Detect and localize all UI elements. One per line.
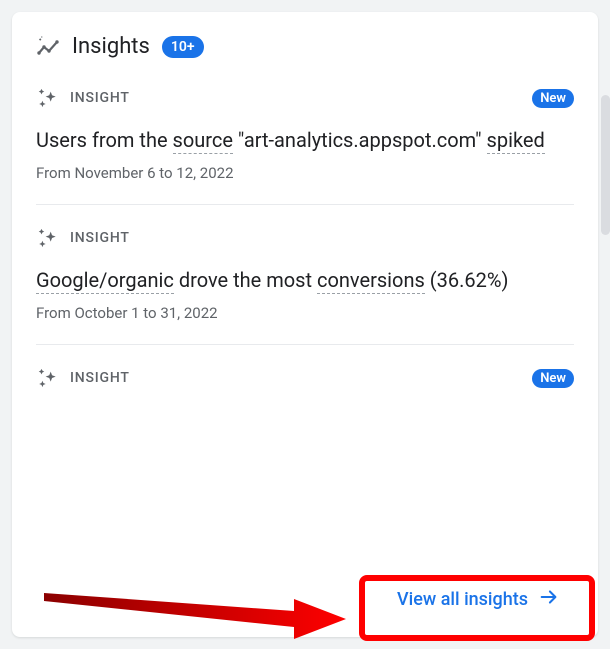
scrollbar[interactable] — [601, 95, 610, 235]
insights-header: Insights 10+ — [36, 34, 574, 59]
view-all-insights-link[interactable]: View all insights — [383, 576, 574, 623]
insight-item[interactable]: INSIGHT Google/organic drove the most co… — [36, 227, 574, 345]
view-all-label: View all insights — [397, 589, 528, 610]
insights-count-badge: 10+ — [162, 36, 204, 58]
insight-title-text: Google/organic drove the most conversion… — [36, 267, 574, 294]
arrow-right-icon — [538, 586, 560, 613]
insights-title: Insights — [72, 34, 150, 59]
new-badge: New — [532, 369, 574, 388]
sparkle-icon — [36, 367, 58, 389]
insight-item-header: INSIGHT — [36, 227, 574, 249]
insight-item[interactable]: INSIGHT New Users from the source "art-a… — [36, 87, 574, 205]
insight-date-range: From November 6 to 12, 2022 — [36, 164, 574, 182]
insight-type-label: INSIGHT — [70, 370, 130, 386]
insight-item-header: INSIGHT New — [36, 367, 574, 389]
insight-type-label: INSIGHT — [70, 90, 130, 106]
new-badge: New — [532, 89, 574, 108]
sparkle-icon — [36, 87, 58, 109]
insights-card: Insights 10+ INSIGHT New Users from the … — [12, 12, 598, 637]
insights-icon — [36, 35, 60, 59]
card-footer: View all insights — [36, 576, 574, 623]
insight-title-text: Users from the source "art-analytics.app… — [36, 127, 574, 154]
insight-date-range: From October 1 to 31, 2022 — [36, 304, 574, 322]
insight-item[interactable]: INSIGHT New — [36, 367, 574, 429]
insight-item-header: INSIGHT New — [36, 87, 574, 109]
insight-type-label: INSIGHT — [70, 230, 130, 246]
sparkle-icon — [36, 227, 58, 249]
